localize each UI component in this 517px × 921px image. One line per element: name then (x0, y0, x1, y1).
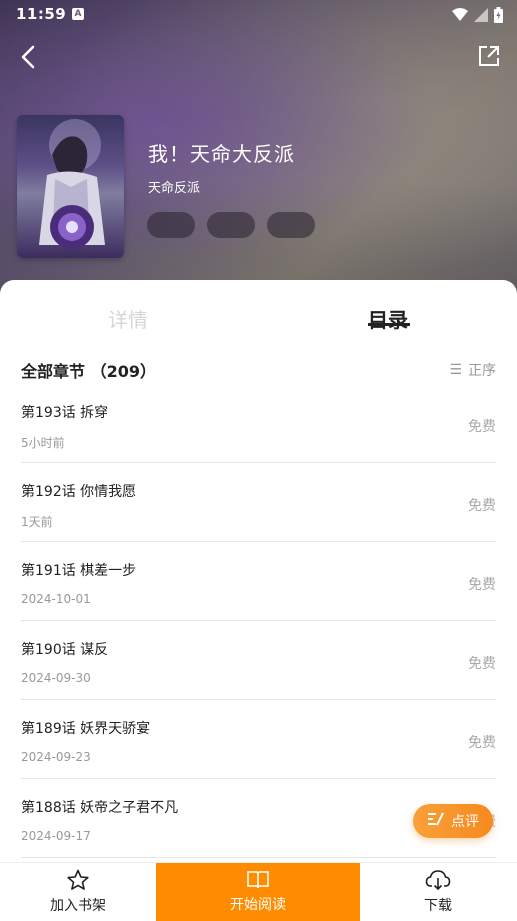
chapter-section-header: 全部章节 （209） ☰ 正序 (21, 358, 496, 381)
chapter-date: 2024-10-01 (21, 592, 91, 606)
download-label: 下载 (424, 898, 452, 914)
start-reading-label: 开始阅读 (230, 897, 286, 913)
share-button[interactable] (475, 42, 503, 70)
tab-details[interactable]: 详情 (108, 304, 148, 333)
book-open-icon (247, 871, 269, 889)
download-button[interactable]: 下载 (390, 863, 486, 921)
battery-icon (494, 7, 503, 23)
review-label: 点评 (451, 814, 479, 830)
chapter-date: 2024-09-30 (21, 671, 91, 685)
chapter-date: 2024-09-17 (21, 829, 91, 843)
chapter-row[interactable]: 第191话 棋差一步 2024-10-01 免费 (21, 542, 496, 621)
chapter-price: 免费 (468, 577, 496, 593)
edit-icon (427, 811, 445, 831)
chapter-date: 5小时前 (21, 436, 65, 450)
signal-icon (474, 8, 488, 22)
notification-icon: A (72, 8, 84, 20)
chapter-price: 免费 (468, 656, 496, 672)
book-author[interactable]: 天命反派 (148, 177, 200, 196)
book-tags (147, 212, 315, 238)
sort-label: 正序 (468, 363, 496, 379)
chapter-price: 免费 (468, 498, 496, 514)
tab-catalog[interactable]: 目录 (368, 304, 408, 333)
sort-order-button[interactable]: ☰ 正序 (449, 360, 496, 380)
chapter-date: 2024-09-23 (21, 750, 91, 764)
status-time: 11:59 (16, 5, 67, 23)
section-title: 全部章节 （209） (21, 362, 156, 381)
chapter-row[interactable]: 第192话 你情我愿 1天前 免费 (21, 463, 496, 542)
share-icon (479, 46, 499, 66)
chapter-title: 第188话 妖帝之子君不凡 (21, 800, 179, 816)
sort-icon: ☰ (449, 362, 462, 378)
add-to-shelf-button[interactable]: 加入书架 (30, 863, 126, 921)
cloud-download-icon (425, 870, 451, 891)
chapter-price: 免费 (468, 419, 496, 435)
status-bar: 11:59 A (0, 0, 517, 30)
content-sheet: 详情 目录 全部章节 （209） ☰ 正序 第193话 拆穿 5小时前 免费 第… (0, 280, 517, 862)
book-title: 我！天命大反派 (148, 142, 295, 166)
chapter-title: 第193话 拆穿 (21, 405, 109, 421)
chapter-row[interactable]: 第189话 妖界天骄宴 2024-09-23 免费 (21, 700, 496, 779)
book-tag[interactable] (147, 212, 195, 238)
tab-bar: 详情 目录 (0, 280, 517, 352)
chapter-date: 1天前 (21, 515, 53, 529)
status-icons (452, 7, 503, 23)
chapter-title: 第189话 妖界天骄宴 (21, 721, 151, 737)
chapter-price: 免费 (468, 735, 496, 751)
notification-letter: A (74, 9, 82, 19)
book-tag[interactable] (267, 212, 315, 238)
tab-active-indicator (368, 323, 410, 326)
chevron-left-icon (21, 45, 35, 69)
chapter-row[interactable]: 第190话 谋反 2024-09-30 免费 (21, 621, 496, 700)
chapter-list: 第193话 拆穿 5小时前 免费 第192话 你情我愿 1天前 免费 第191话… (21, 384, 496, 858)
book-tag[interactable] (207, 212, 255, 238)
chapter-title: 第192话 你情我愿 (21, 484, 137, 500)
back-button[interactable] (14, 42, 44, 72)
bottom-action-bar: 加入书架 开始阅读 下载 (0, 862, 517, 921)
wifi-icon (452, 8, 468, 22)
add-to-shelf-label: 加入书架 (50, 898, 106, 914)
chapter-title: 第191话 棋差一步 (21, 563, 137, 579)
chapter-row[interactable]: 第193话 拆穿 5小时前 免费 (21, 384, 496, 463)
book-cover[interactable] (17, 115, 124, 258)
review-button[interactable]: 点评 (413, 804, 493, 838)
star-icon (67, 869, 89, 890)
start-reading-button[interactable]: 开始阅读 (156, 863, 360, 921)
chapter-title: 第190话 谋反 (21, 642, 109, 658)
